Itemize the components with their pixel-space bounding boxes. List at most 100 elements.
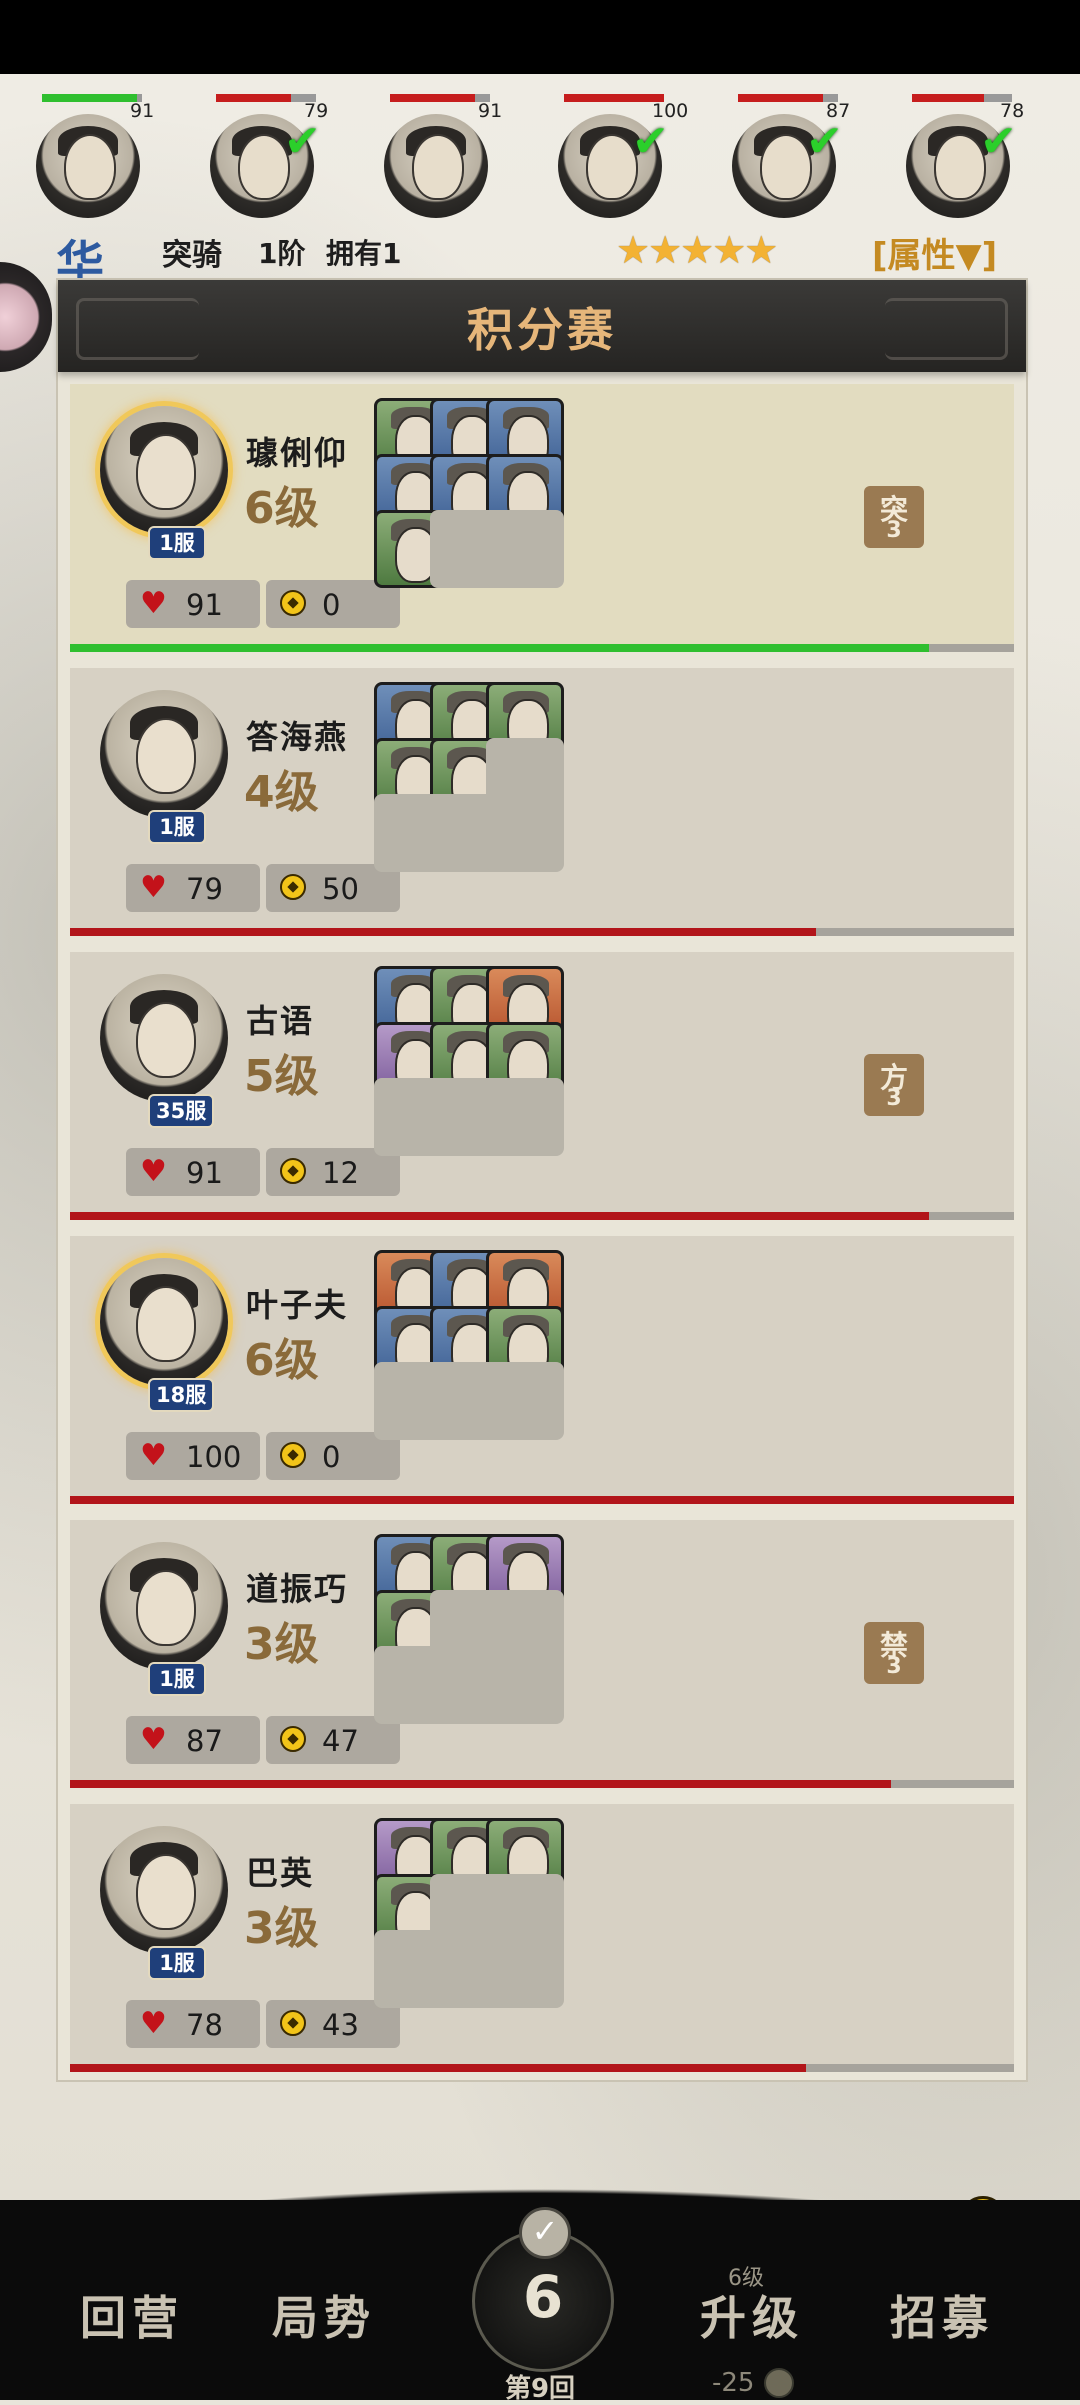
hp-value: 100 xyxy=(186,1440,242,1474)
server-badge: 1服 xyxy=(148,526,206,560)
opponent-hero[interactable]: 91 ✔ xyxy=(360,84,510,234)
gold-value: 43 xyxy=(322,2008,359,2042)
score-match-panel: 积分赛 1服 璩俐仰 6级 ♥ 91 0 突3 1服 答海燕 4级 ♥ 79 5… xyxy=(56,278,1028,2082)
coin-icon xyxy=(764,2368,794,2398)
hp-stat: ♥ 100 xyxy=(126,1432,260,1480)
player-card[interactable]: 18服 叶子夫 6级 ♥ 100 0 xyxy=(70,1236,1014,1504)
coin-icon xyxy=(280,590,306,616)
troop-type: 突骑 xyxy=(162,238,222,273)
attribute-dropdown[interactable]: [属性▼] xyxy=(872,228,997,277)
gold-value: 0 xyxy=(322,1440,341,1474)
player-level: 3级 xyxy=(244,1619,319,1670)
hp-stat: ♥ 87 xyxy=(126,1716,260,1764)
hp-value: 78 xyxy=(186,2008,223,2042)
gold-value: 50 xyxy=(322,872,359,906)
hp-stat: ♥ 78 xyxy=(126,2000,260,2048)
round-value: 6 xyxy=(522,2263,564,2331)
hp-progress-bar xyxy=(70,2064,1014,2072)
player-avatar xyxy=(100,1826,228,1954)
hp-stat: ♥ 91 xyxy=(126,580,260,628)
owned-count: 拥有1 xyxy=(326,237,402,270)
situation-button[interactable]: 局势 xyxy=(272,2282,376,2348)
coin-icon xyxy=(280,1442,306,1468)
opponent-strip: 91 ✔ 79 ✔ 91 ✔ 100 ✔ 87 ✔ 78 ✔ xyxy=(0,84,1080,234)
hp-progress-fill xyxy=(70,928,816,936)
synergy-tag[interactable]: 方3 xyxy=(864,1054,924,1116)
server-badge: 18服 xyxy=(148,1378,215,1412)
return-camp-button[interactable]: 回营 xyxy=(80,2282,184,2348)
player-level: 5级 xyxy=(244,1051,319,1102)
player-card[interactable]: 1服 璩俐仰 6级 ♥ 91 0 突3 xyxy=(70,384,1014,652)
player-level: 3级 xyxy=(244,1903,319,1954)
hp-value: 91 xyxy=(186,1156,223,1190)
player-avatar xyxy=(100,974,228,1102)
synergy-tag[interactable]: 突3 xyxy=(864,486,924,548)
hp-progress-fill xyxy=(70,2064,807,2072)
server-badge: 1服 xyxy=(148,810,206,844)
player-name: 古语 xyxy=(246,1002,315,1040)
upgrade-cost: -25 xyxy=(712,2368,755,2398)
player-name: 道振巧 xyxy=(246,1570,349,1608)
hp-fill xyxy=(216,94,291,102)
synergy-tag[interactable]: 禁3 xyxy=(864,1622,924,1684)
player-level: 6级 xyxy=(244,1335,319,1386)
hp-fill xyxy=(42,94,137,102)
hp-bar xyxy=(216,94,316,102)
empty-slot xyxy=(486,1646,564,1724)
heart-icon: ♥ xyxy=(140,1154,167,1189)
opponent-hero[interactable]: 79 ✔ xyxy=(186,84,336,234)
player-card[interactable]: 1服 巴英 3级 ♥ 78 43 xyxy=(70,1804,1014,2072)
empty-slot xyxy=(486,1362,564,1440)
hp-progress-bar xyxy=(70,644,1014,652)
player-avatar xyxy=(100,1258,228,1386)
hp-progress-bar xyxy=(70,1212,1014,1220)
empty-slot xyxy=(486,510,564,588)
status-bar xyxy=(0,0,1080,74)
star-rating: ★★★★★ xyxy=(616,228,778,272)
heart-icon: ♥ xyxy=(140,2006,167,2041)
heart-icon: ♥ xyxy=(140,1722,167,1757)
hp-fill xyxy=(390,94,475,102)
heart-icon: ♥ xyxy=(140,586,167,621)
gold-value: 47 xyxy=(322,1724,359,1758)
player-level: 6级 xyxy=(244,483,319,534)
upgrade-button[interactable]: 升级 xyxy=(700,2282,804,2348)
recruit-button[interactable]: 招募 xyxy=(890,2282,994,2348)
hp-fill xyxy=(738,94,823,102)
player-avatar xyxy=(100,1542,228,1670)
coin-icon xyxy=(280,1726,306,1752)
hp-number: 91 xyxy=(130,100,155,122)
hero-portrait xyxy=(384,114,488,218)
opponent-hero[interactable]: 87 ✔ xyxy=(708,84,858,234)
check-icon: ✔ xyxy=(980,116,1017,167)
opponent-hero[interactable]: 100 ✔ xyxy=(534,84,688,234)
player-card[interactable]: 35服 古语 5级 ♥ 91 12 方3 xyxy=(70,952,1014,1220)
round-label: 第9回 xyxy=(504,2374,576,2404)
gold-value: 12 xyxy=(322,1156,359,1190)
round-indicator[interactable]: ✓ 6 xyxy=(472,2207,614,2372)
hero-portrait xyxy=(36,114,140,218)
hp-progress-bar xyxy=(70,1780,1014,1788)
opponent-hero[interactable]: 78 ✔ xyxy=(882,84,1032,234)
coin-icon xyxy=(280,2010,306,2036)
player-level: 4级 xyxy=(244,767,319,818)
hp-progress-fill xyxy=(70,644,930,652)
player-card[interactable]: 1服 道振巧 3级 ♥ 87 47 禁3 xyxy=(70,1520,1014,1788)
troop-tier: 1阶 xyxy=(258,237,306,270)
server-badge: 1服 xyxy=(148,1946,206,1980)
tag-count: 3 xyxy=(886,518,902,543)
heart-icon: ♥ xyxy=(140,870,167,905)
hp-bar xyxy=(390,94,490,102)
player-avatar xyxy=(100,690,228,818)
opponent-hero[interactable]: 91 ✔ xyxy=(12,84,162,234)
hp-bar xyxy=(912,94,1012,102)
hp-value: 79 xyxy=(186,872,223,906)
coin-icon xyxy=(280,874,306,900)
player-name: 巴英 xyxy=(246,1854,315,1892)
hp-progress-bar xyxy=(70,1496,1014,1504)
server-badge: 1服 xyxy=(148,1662,206,1696)
player-name: 答海燕 xyxy=(246,718,349,756)
tag-count: 3 xyxy=(886,1086,902,1111)
hp-value: 91 xyxy=(186,588,223,622)
player-card[interactable]: 1服 答海燕 4级 ♥ 79 50 xyxy=(70,668,1014,936)
